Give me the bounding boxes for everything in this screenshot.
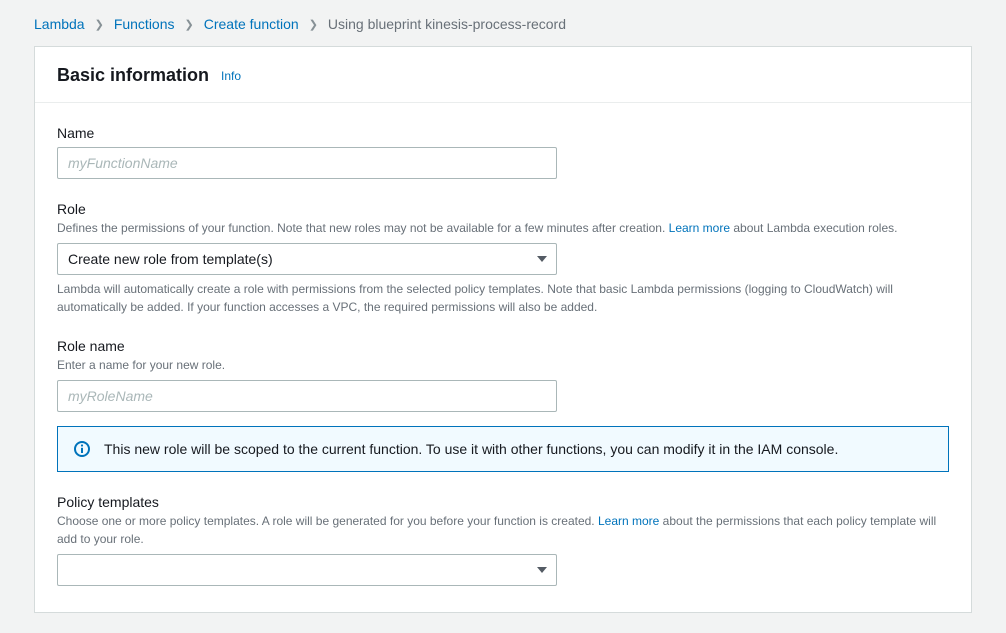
panel-title: Basic information bbox=[57, 65, 209, 86]
policy-templates-select[interactable] bbox=[57, 554, 557, 586]
name-label: Name bbox=[57, 125, 949, 141]
role-name-hint: Enter a name for your new role. bbox=[57, 356, 949, 374]
info-link[interactable]: Info bbox=[221, 69, 241, 83]
role-hint-text-2: about Lambda execution roles. bbox=[730, 221, 897, 235]
role-select-value: Create new role from template(s) bbox=[57, 243, 557, 275]
role-select[interactable]: Create new role from template(s) bbox=[57, 243, 557, 275]
policy-templates-hint: Choose one or more policy templates. A r… bbox=[57, 512, 949, 548]
role-hint-text-1: Defines the permissions of your function… bbox=[57, 221, 669, 235]
chevron-right-icon: ❯ bbox=[95, 18, 104, 31]
role-hint: Defines the permissions of your function… bbox=[57, 219, 949, 237]
chevron-right-icon: ❯ bbox=[185, 18, 194, 31]
role-name-input[interactable] bbox=[57, 380, 557, 412]
role-scope-alert: This new role will be scoped to the curr… bbox=[57, 426, 949, 472]
info-icon bbox=[74, 441, 90, 457]
breadcrumb-link-create-function[interactable]: Create function bbox=[204, 16, 299, 32]
breadcrumb-link-lambda[interactable]: Lambda bbox=[34, 16, 85, 32]
role-name-label: Role name bbox=[57, 338, 949, 354]
panel-body: Name Role Defines the permissions of you… bbox=[35, 103, 971, 612]
policy-templates-field-group: Policy templates Choose one or more poli… bbox=[57, 494, 949, 586]
policy-templates-label: Policy templates bbox=[57, 494, 949, 510]
breadcrumb: Lambda ❯ Functions ❯ Create function ❯ U… bbox=[34, 16, 972, 32]
name-field-group: Name bbox=[57, 125, 949, 179]
panel-header: Basic information Info bbox=[35, 47, 971, 103]
breadcrumb-link-functions[interactable]: Functions bbox=[114, 16, 175, 32]
policy-templates-hint-text-1: Choose one or more policy templates. A r… bbox=[57, 514, 598, 528]
policy-templates-select-value bbox=[57, 554, 557, 586]
role-name-field-group: Role name Enter a name for your new role… bbox=[57, 338, 949, 412]
chevron-right-icon: ❯ bbox=[309, 18, 318, 31]
role-scope-alert-text: This new role will be scoped to the curr… bbox=[104, 441, 838, 457]
basic-information-panel: Basic information Info Name Role Defines… bbox=[34, 46, 972, 613]
policy-templates-learn-more-link[interactable]: Learn more bbox=[598, 514, 659, 528]
role-field-group: Role Defines the permissions of your fun… bbox=[57, 201, 949, 316]
role-help-below: Lambda will automatically create a role … bbox=[57, 280, 949, 316]
name-input[interactable] bbox=[57, 147, 557, 179]
breadcrumb-current: Using blueprint kinesis-process-record bbox=[328, 16, 566, 32]
role-label: Role bbox=[57, 201, 949, 217]
role-learn-more-link[interactable]: Learn more bbox=[669, 221, 730, 235]
